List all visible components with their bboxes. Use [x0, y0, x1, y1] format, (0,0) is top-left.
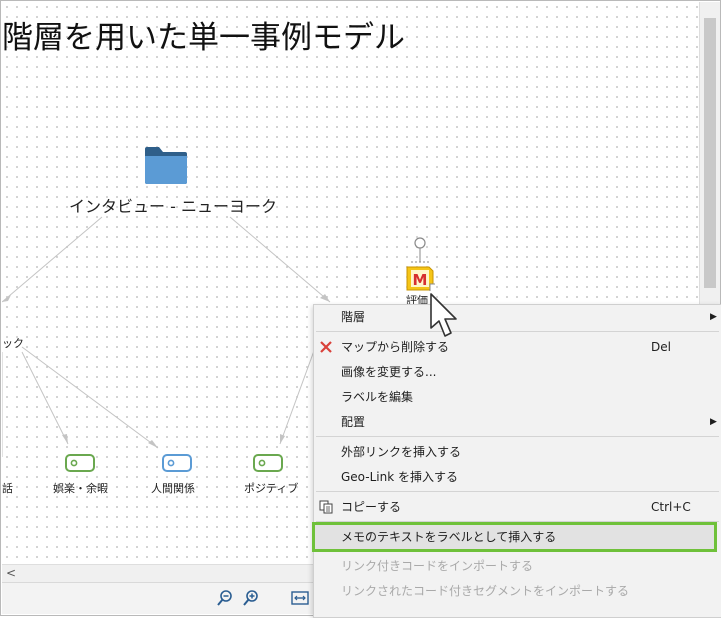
menu-item-label: 画像を変更する...	[341, 365, 437, 379]
menu-item-label: ラベルを編集	[341, 390, 414, 404]
menu-item-arrange[interactable]: 配置 ▶	[314, 410, 721, 434]
menu-item-change-image[interactable]: 画像を変更する...	[314, 360, 721, 384]
arrowhead	[62, 434, 68, 444]
menu-item-label: リンクされたコード付きセグメントをインポートする	[341, 584, 630, 598]
menu-separator	[316, 491, 719, 492]
code-node-label[interactable]: 話	[2, 480, 13, 496]
code-node-label[interactable]: 人間関係	[151, 480, 195, 496]
scroll-left-arrow[interactable]: <	[6, 565, 16, 582]
submenu-arrow-icon: ▶	[710, 417, 717, 427]
code-node-label[interactable]: ポジティブ	[244, 480, 298, 496]
menu-separator	[316, 331, 719, 332]
zoom-out-icon[interactable]	[216, 589, 234, 607]
edge-root-left	[2, 216, 103, 303]
menu-item-insert-geo-link[interactable]: Geo-Link を挿入する	[314, 465, 721, 489]
memo-icon[interactable]: M	[405, 263, 439, 295]
menu-item-hierarchy[interactable]: 階層 ▶	[314, 305, 721, 329]
code-tag-icon[interactable]	[253, 454, 283, 472]
menu-separator	[316, 521, 719, 522]
menu-item-label: 配置	[341, 415, 366, 429]
context-menu: 階層 ▶ マップから削除する Del 画像を変更する... ラベルを編集 配置 …	[312, 304, 721, 618]
code-tag-icon[interactable]	[65, 454, 95, 472]
delete-x-icon	[320, 341, 332, 353]
memo-letter: M	[413, 271, 428, 289]
code-node-label[interactable]: 娯楽・余暇	[53, 480, 108, 496]
folder-icon[interactable]	[144, 145, 188, 185]
fit-width-icon[interactable]	[291, 589, 309, 607]
menu-item-label: コピーする	[341, 500, 402, 514]
menu-item-label: リンク付きコードをインポートする	[341, 559, 534, 573]
menu-item-import-linked-code-segments: リンクされたコード付きセグメントをインポートする	[314, 579, 721, 603]
arrowhead	[280, 434, 285, 444]
menu-item-import-linked-codes: リンク付きコードをインポートする	[314, 554, 721, 578]
menu-item-shortcut: Ctrl+C	[651, 500, 691, 514]
menu-item-insert-memo-text-as-label[interactable]: メモのテキストをラベルとして挿入する	[312, 522, 717, 552]
code-tag-icon[interactable]	[162, 454, 192, 472]
edge-root-positive	[229, 216, 331, 303]
left-node-label[interactable]: ック	[2, 335, 24, 351]
edge-left-relations	[21, 346, 159, 449]
menu-item-remove-from-map[interactable]: マップから削除する Del	[314, 335, 721, 359]
menu-separator	[316, 436, 719, 437]
menu-item-label: 階層	[341, 310, 366, 324]
edge-left-leisure	[21, 351, 69, 445]
menu-item-label: 外部リンクを挿入する	[341, 445, 462, 459]
copy-icon	[319, 500, 333, 514]
vertical-scroll-thumb[interactable]	[704, 18, 716, 288]
menu-item-shortcut: Del	[651, 340, 671, 354]
root-node-label[interactable]: インタビュー - ニューヨーク	[69, 193, 277, 217]
menu-item-copy[interactable]: コピーする Ctrl+C	[314, 495, 721, 519]
menu-item-insert-external-link[interactable]: 外部リンクを挿入する	[314, 440, 721, 464]
zoom-in-icon[interactable]	[242, 589, 260, 607]
menu-item-label: メモのテキストをラベルとして挿入する	[341, 530, 557, 544]
mouse-pointer-icon	[430, 293, 457, 337]
menu-item-label: Geo-Link を挿入する	[341, 470, 458, 484]
submenu-arrow-icon: ▶	[710, 312, 717, 322]
menu-item-edit-label[interactable]: ラベルを編集	[314, 385, 721, 409]
